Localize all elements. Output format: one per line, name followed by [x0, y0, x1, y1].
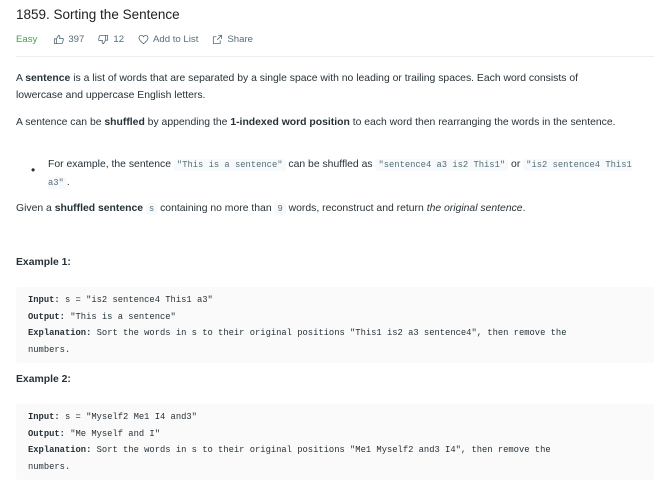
- example-1-block: Input: s = "is2 sentence4 This1 a3" Outp…: [16, 287, 654, 363]
- paragraph-sentence-definition: A sentence is a list of words that are s…: [16, 70, 626, 104]
- dislike-button[interactable]: 12: [98, 34, 124, 45]
- inline-code: 9: [274, 203, 286, 215]
- example-output-line: Output: "This is a sentence": [28, 309, 642, 326]
- share-icon: [213, 34, 223, 45]
- text: can be shuffled as: [285, 159, 376, 170]
- input-label: Input:: [28, 295, 60, 305]
- list-item-example-shuffle: For example, the sentence "This is a sen…: [48, 156, 648, 192]
- text: For example, the sentence: [48, 159, 174, 170]
- text: by appending the: [144, 117, 231, 128]
- example-explanation-line: numbers.: [28, 461, 71, 472]
- problem-meta-bar: Easy 397 12 Add to List Share: [16, 34, 267, 45]
- input-value: s = "Myself2 Me1 I4 and3": [59, 412, 197, 422]
- inline-code: s: [145, 203, 158, 215]
- output-value: "Me Myself and I": [64, 428, 160, 439]
- explanation-value: Sort the words in s to their original po…: [91, 445, 551, 455]
- paragraph-shuffled-definition: A sentence can be shuffled by appending …: [16, 114, 626, 131]
- text: Given a: [16, 203, 55, 214]
- term-original-sentence: the original sentence: [426, 203, 523, 214]
- explanation-label: Explanation:: [28, 445, 92, 455]
- text: is a list of words that are separated by…: [16, 73, 578, 101]
- thumbs-up-icon: [54, 34, 65, 45]
- paragraph-task: Given a shuffled sentence s containing n…: [16, 200, 626, 218]
- add-to-list-button[interactable]: Add to List: [138, 34, 198, 45]
- explanation-value: Sort the words in s to their original po…: [91, 328, 567, 338]
- add-to-list-label: Add to List: [153, 34, 199, 45]
- example-explanation-line: Explanation: Sort the words in s to thei…: [28, 325, 642, 342]
- example-2-title: Example 2:: [16, 374, 71, 385]
- term-shuffled: shuffled: [104, 117, 145, 128]
- inline-code: "This is a sentence": [173, 159, 286, 171]
- example-output-line: Output: "Me Myself and I": [28, 426, 642, 443]
- example-explanation-line: numbers.: [28, 344, 71, 355]
- example-input-line: Input: s = "Myself2 Me1 I4 and3": [28, 409, 642, 426]
- heart-icon: [138, 34, 149, 45]
- like-button[interactable]: 397: [53, 34, 84, 45]
- output-value: "This is a sentence": [64, 311, 176, 322]
- text: .: [522, 203, 526, 214]
- text: to each word then rearranging the words …: [349, 117, 616, 128]
- example-1-title: Example 1:: [16, 257, 71, 268]
- like-count: 397: [68, 34, 85, 45]
- share-label: Share: [227, 34, 253, 45]
- problem-title: 1859. Sorting the Sentence: [16, 7, 180, 22]
- example-input-line: Input: s = "is2 sentence4 This1 a3": [28, 292, 642, 309]
- text: words, reconstruct and return: [285, 203, 427, 214]
- explanation-label: Explanation:: [28, 328, 92, 338]
- text: containing no more than: [157, 203, 275, 214]
- example-explanation-line: Explanation: Sort the words in s to thei…: [28, 442, 642, 459]
- term-sentence: sentence: [25, 73, 71, 84]
- text: A sentence can be: [16, 117, 105, 128]
- text: A: [16, 73, 26, 84]
- input-label: Input:: [28, 412, 60, 422]
- bullet-dot: •: [31, 163, 36, 177]
- share-button[interactable]: Share: [212, 34, 253, 45]
- header-divider: [16, 56, 654, 57]
- dislike-count: 12: [113, 34, 125, 45]
- term-word-position: 1-indexed word position: [230, 117, 350, 128]
- output-label: Output:: [28, 311, 65, 322]
- text: or: [508, 159, 524, 170]
- term-shuffled-sentence: shuffled sentence: [54, 203, 144, 214]
- output-label: Output:: [28, 428, 65, 439]
- difficulty-badge: Easy: [16, 34, 38, 45]
- example-2-block: Input: s = "Myself2 Me1 I4 and3" Output:…: [16, 404, 654, 480]
- inline-code: "sentence4 a3 is2 This1": [375, 159, 509, 171]
- thumbs-down-icon: [98, 34, 109, 45]
- input-value: s = "is2 sentence4 This1 a3": [59, 295, 213, 305]
- text: .: [66, 177, 70, 188]
